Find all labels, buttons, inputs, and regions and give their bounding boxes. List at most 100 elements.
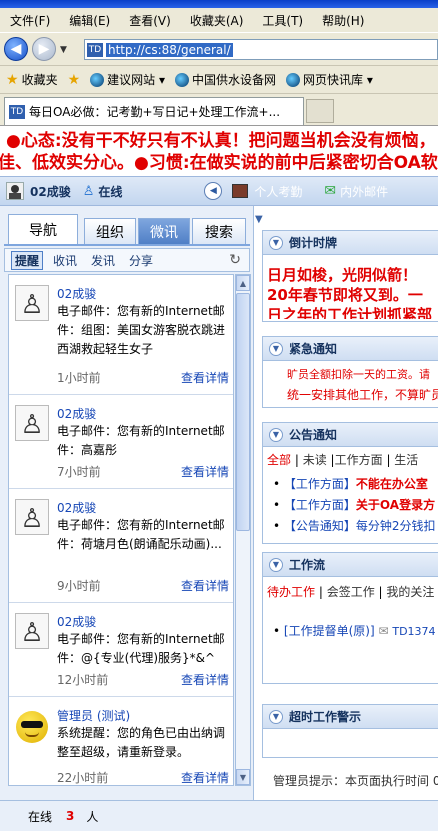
menu-favorites[interactable]: 收藏夹(A) bbox=[190, 12, 244, 29]
mail-icon: ✉ bbox=[324, 183, 337, 199]
overtime-warning-panel: ▼ 超时工作警示 bbox=[262, 704, 438, 758]
menu-help[interactable]: 帮助(H) bbox=[322, 12, 364, 29]
panel-title: 工作流 bbox=[289, 558, 326, 572]
collapse-icon[interactable]: ▼ bbox=[269, 709, 283, 724]
message-body: 电子邮件：您有新的Internet邮件：组图：美国女游客脱衣跳进西湖救起轻生女子 bbox=[57, 304, 226, 356]
workflow-item[interactable]: • [工作提督单(原)] ✉ TD1374 bbox=[263, 600, 438, 639]
view-details-link[interactable]: 查看详情 bbox=[181, 463, 229, 480]
collapse-icon[interactable]: ▼ bbox=[269, 235, 283, 250]
favorite-water-equipment[interactable]: 中国供水设备网 bbox=[174, 71, 276, 88]
list-item[interactable]: 管理员 (测试) 系统提醒：您的角色已由出纳调整至超级，请重新登录。 22小时前… bbox=[9, 697, 233, 785]
sender-name[interactable]: 管理员 (测试) bbox=[57, 707, 130, 724]
sender-name[interactable]: 02成骏 bbox=[57, 499, 96, 516]
filter-unread[interactable]: 未读 bbox=[303, 453, 327, 467]
filter-work[interactable]: 工作方面 bbox=[335, 453, 383, 467]
scroll-down-icon[interactable]: ▼ bbox=[236, 769, 250, 785]
list-item[interactable]: • 【工作方面】关于OA登录方 bbox=[273, 495, 438, 516]
filter-following[interactable]: 我的关注 bbox=[386, 585, 434, 599]
message-time: 12小时前 bbox=[57, 673, 109, 687]
right-panel: ▼ ▼ 倒计时牌 日月如梭，光阴似箭！20年春节即将又到。一日之年的工作计划抓紧部… bbox=[255, 206, 438, 800]
filter-todo[interactable]: 待办工作 bbox=[267, 585, 315, 599]
sender-name[interactable]: 02成骏 bbox=[57, 613, 96, 630]
refresh-icon[interactable]: ↻ bbox=[229, 252, 241, 268]
online-count[interactable]: 3 bbox=[66, 809, 74, 823]
expand-arrow-icon[interactable]: ▼ bbox=[255, 214, 263, 225]
marquee-banner: ●心态:没有干不好只有不认真！把问题当机会没有烦恼， 佳、低效实分心。●习惯:在… bbox=[0, 126, 438, 176]
favorite-web-slices[interactable]: 网页快讯库 ▾ bbox=[286, 71, 373, 88]
ie-icon bbox=[90, 72, 105, 87]
message-body: 电子邮件：您有新的Internet邮件：荷塘月色(朗诵配乐动画)... bbox=[57, 518, 225, 551]
view-details-link[interactable]: 查看详情 bbox=[181, 577, 229, 594]
filter-countersign[interactable]: 会签工作 bbox=[327, 585, 375, 599]
tab-organization[interactable]: 组织 bbox=[84, 218, 136, 244]
avatar: ♙ bbox=[15, 405, 49, 441]
list-item[interactable]: • 【工作方面】不能在办公室 bbox=[273, 474, 438, 495]
forward-button[interactable]: ▶ bbox=[32, 37, 56, 61]
list-item[interactable]: ♙ 02成骏 电子邮件：您有新的Internet邮件：@{专业(代理)服务}*&… bbox=[9, 603, 233, 697]
view-details-link[interactable]: 查看详情 bbox=[181, 671, 229, 688]
star-icon: ★ bbox=[6, 71, 19, 88]
collapse-icon[interactable]: ▼ bbox=[269, 341, 283, 356]
tab-title: 每日OA必做：记考勤+写日记+处理工作流+... bbox=[29, 105, 281, 119]
message-body: 电子邮件：您有新的Internet邮件：@{专业(代理)服务}*&^ bbox=[57, 632, 225, 665]
menu-file[interactable]: 文件(F) bbox=[10, 12, 50, 29]
admin-avatar bbox=[15, 707, 49, 743]
list-item[interactable]: ♙ 02成骏 电子邮件：您有新的Internet邮件：荷塘月色(朗诵配乐动画).… bbox=[9, 489, 233, 603]
tab-search[interactable]: 搜索 bbox=[192, 218, 246, 244]
subtab-send[interactable]: 发讯 bbox=[91, 252, 115, 269]
view-details-link[interactable]: 查看详情 bbox=[181, 769, 229, 785]
subtab-share[interactable]: 分享 bbox=[129, 252, 153, 269]
address-bar-row: ◀ ▶ ▼ TD http://cs:88/general/ bbox=[0, 32, 438, 66]
user-name[interactable]: 02成骏 bbox=[30, 183, 71, 200]
view-details-link[interactable]: 查看详情 bbox=[181, 369, 229, 386]
mail-icon: ✉ bbox=[378, 624, 389, 638]
message-time: 9小时前 bbox=[57, 579, 101, 593]
panel-title: 倒计时牌 bbox=[289, 236, 338, 250]
tab-micro-message[interactable]: 微讯 bbox=[138, 218, 190, 244]
menu-tools[interactable]: 工具(T) bbox=[262, 12, 303, 29]
collapse-left-button[interactable]: ◀ bbox=[204, 182, 223, 200]
add-star-icon: ★ bbox=[67, 71, 81, 88]
panel-title: 公告通知 bbox=[289, 428, 338, 442]
site-favicon-icon: TD bbox=[87, 42, 103, 57]
favorites-button[interactable]: ★ 收藏夹 bbox=[6, 71, 58, 88]
online-status[interactable]: 在线 bbox=[98, 183, 122, 200]
list-item[interactable]: ♙ 02成骏 电子邮件：您有新的Internet邮件：高嘉彤 7小时前 查看详情 bbox=[9, 395, 233, 489]
sub-tab-bar: 提醒 收讯 发讯 分享 ↻ bbox=[4, 248, 250, 272]
favorite-suggested-sites[interactable]: 建议网站 ▾ bbox=[90, 71, 165, 88]
admin-tip: 管理员提示：本页面执行时间 0 bbox=[273, 774, 438, 788]
menu-edit[interactable]: 编辑(E) bbox=[69, 12, 110, 29]
sender-name[interactable]: 02成骏 bbox=[57, 405, 96, 422]
subtab-inbox[interactable]: 收讯 bbox=[53, 252, 77, 269]
list-item[interactable]: ♙ 02成骏 电子邮件：您有新的Internet邮件：组图：美国女游客脱衣跳进西… bbox=[9, 275, 233, 395]
tab-navigation[interactable]: 导航 bbox=[8, 214, 78, 246]
scroll-thumb[interactable] bbox=[236, 293, 250, 531]
back-arrow-icon: ◀ bbox=[10, 41, 22, 57]
back-button[interactable]: ◀ bbox=[4, 37, 28, 61]
sender-name[interactable]: 02成骏 bbox=[57, 285, 96, 302]
history-dropdown-icon[interactable]: ▼ bbox=[60, 45, 67, 55]
filter-life[interactable]: 生活 bbox=[394, 453, 418, 467]
address-input[interactable]: TD http://cs:88/general/ bbox=[84, 39, 438, 60]
scroll-up-icon[interactable]: ▲ bbox=[236, 275, 250, 291]
filter-all[interactable]: 全部 bbox=[267, 453, 291, 467]
add-favorite-button[interactable]: ★ bbox=[68, 72, 81, 88]
list-item[interactable]: • 【公告通知】每分钟2分钱扣 bbox=[273, 516, 438, 537]
message-list-scrollbar[interactable]: ▲ ▼ bbox=[235, 274, 251, 786]
menu-view[interactable]: 查看(V) bbox=[129, 12, 171, 29]
new-tab-button[interactable] bbox=[306, 99, 334, 123]
attendance-link[interactable]: 个人考勤 bbox=[254, 183, 302, 200]
favorites-bar: ★ 收藏夹 ★ 建议网站 ▾ 中国供水设备网 网页快讯库 ▾ bbox=[0, 66, 438, 94]
tab-active[interactable]: TD 每日OA必做：记考勤+写日记+处理工作流+... bbox=[4, 97, 304, 125]
mail-link[interactable]: 内外邮件 bbox=[340, 183, 388, 200]
collapse-icon[interactable]: ▼ bbox=[269, 557, 283, 572]
marquee-line-2: 佳、低效实分心。●习惯:在做实说的前中后紧密切合OA软 bbox=[0, 153, 438, 173]
ie-icon bbox=[174, 72, 189, 87]
user-info-bar: 02成骏 ♙ 在线 ◀ 个人考勤 ✉ 内外邮件 bbox=[0, 176, 438, 206]
collapse-icon[interactable]: ▼ bbox=[269, 427, 283, 442]
browser-tab-bar: TD 每日OA必做：记考勤+写日记+处理工作流+... bbox=[0, 94, 438, 126]
countdown-text: 日月如梭，光阴似箭！20年春节即将又到。一日之年的工作计划抓紧部署 bbox=[267, 266, 433, 319]
workflow-filters: 待办工作 | 会签工作 | 我的关注 bbox=[267, 585, 435, 599]
message-list: ♙ 02成骏 电子邮件：您有新的Internet邮件：组图：美国女游客脱衣跳进西… bbox=[8, 274, 234, 786]
subtab-reminder[interactable]: 提醒 bbox=[11, 250, 44, 270]
